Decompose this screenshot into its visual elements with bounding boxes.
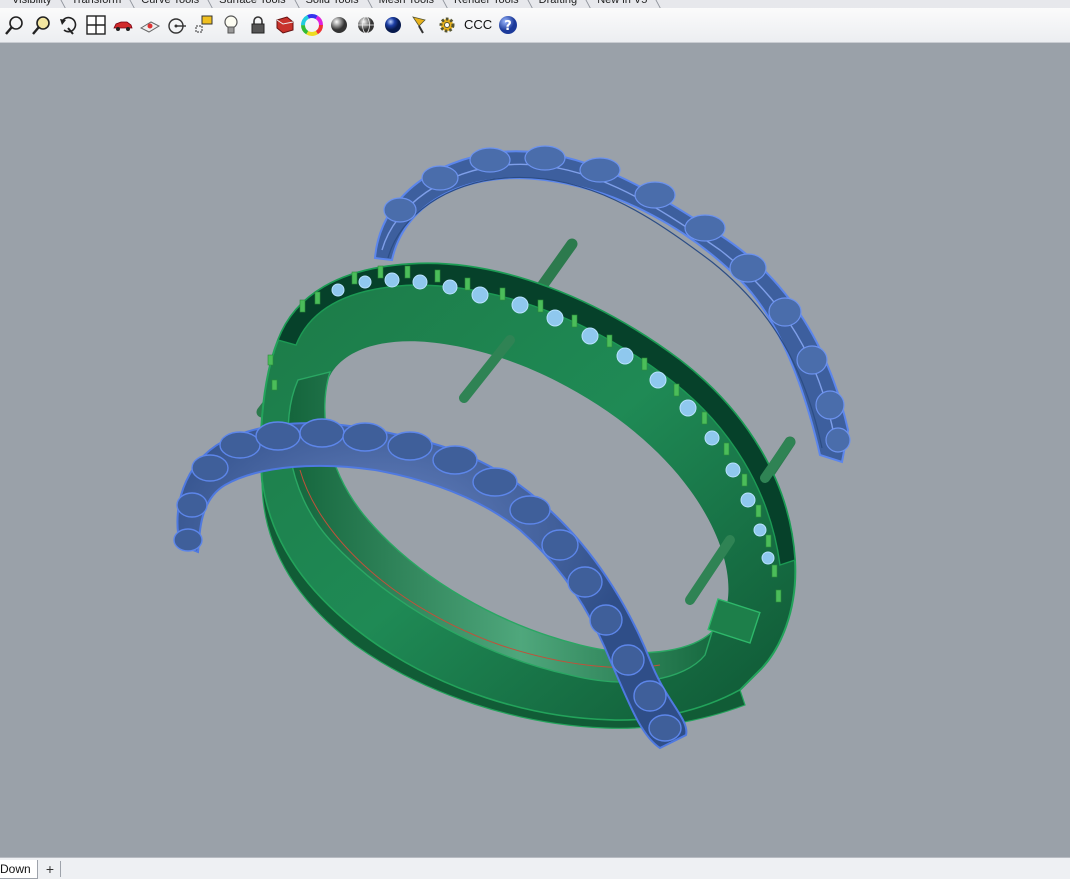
cplane-icon[interactable] (191, 12, 217, 38)
rendered-sphere-icon[interactable] (380, 12, 406, 38)
light-bulb-icon[interactable] (218, 12, 244, 38)
color-wheel-icon[interactable] (299, 12, 325, 38)
tab-surface-tools[interactable]: Surface Tools (207, 0, 293, 8)
material-icon[interactable] (272, 12, 298, 38)
perspective-viewport[interactable] (0, 45, 1070, 857)
tab-new-in-v5[interactable]: New in V5 (585, 0, 655, 8)
viewport-tab-down[interactable]: Down (0, 860, 38, 879)
car-icon[interactable] (110, 12, 136, 38)
gear-icon[interactable] (434, 12, 460, 38)
add-viewport-tab-button[interactable]: + (40, 861, 61, 877)
rotate-view-icon[interactable] (56, 12, 82, 38)
viewport-tab-bar: Down + (0, 857, 1070, 879)
jewelry-model (173, 145, 851, 750)
zoom-extents-icon[interactable] (2, 12, 28, 38)
tab-solid-tools[interactable]: Solid Tools (294, 0, 367, 8)
help-icon[interactable]: ? (495, 12, 521, 38)
wire-sphere-icon[interactable] (353, 12, 379, 38)
named-view-icon[interactable] (164, 12, 190, 38)
tab-visibility[interactable]: Visibility (0, 0, 60, 8)
tab-transform[interactable]: Transform (60, 0, 130, 8)
ccc-button[interactable]: CCC (461, 12, 495, 38)
tab-mesh-tools[interactable]: Mesh Tools (367, 0, 442, 8)
pen-icon[interactable] (407, 12, 433, 38)
shaded-sphere-icon[interactable] (326, 12, 352, 38)
tab-curve-tools[interactable]: Curve Tools (129, 0, 207, 8)
svg-text:?: ? (504, 19, 512, 34)
main-toolbar: CCC ? (0, 8, 1070, 43)
lock-icon[interactable] (245, 12, 271, 38)
tab-drafting[interactable]: Drafting (527, 0, 586, 8)
tab-render-tools[interactable]: Render Tools (442, 0, 527, 8)
zoom-window-icon[interactable] (29, 12, 55, 38)
plane-icon[interactable] (137, 12, 163, 38)
four-viewports-icon[interactable] (83, 12, 109, 38)
